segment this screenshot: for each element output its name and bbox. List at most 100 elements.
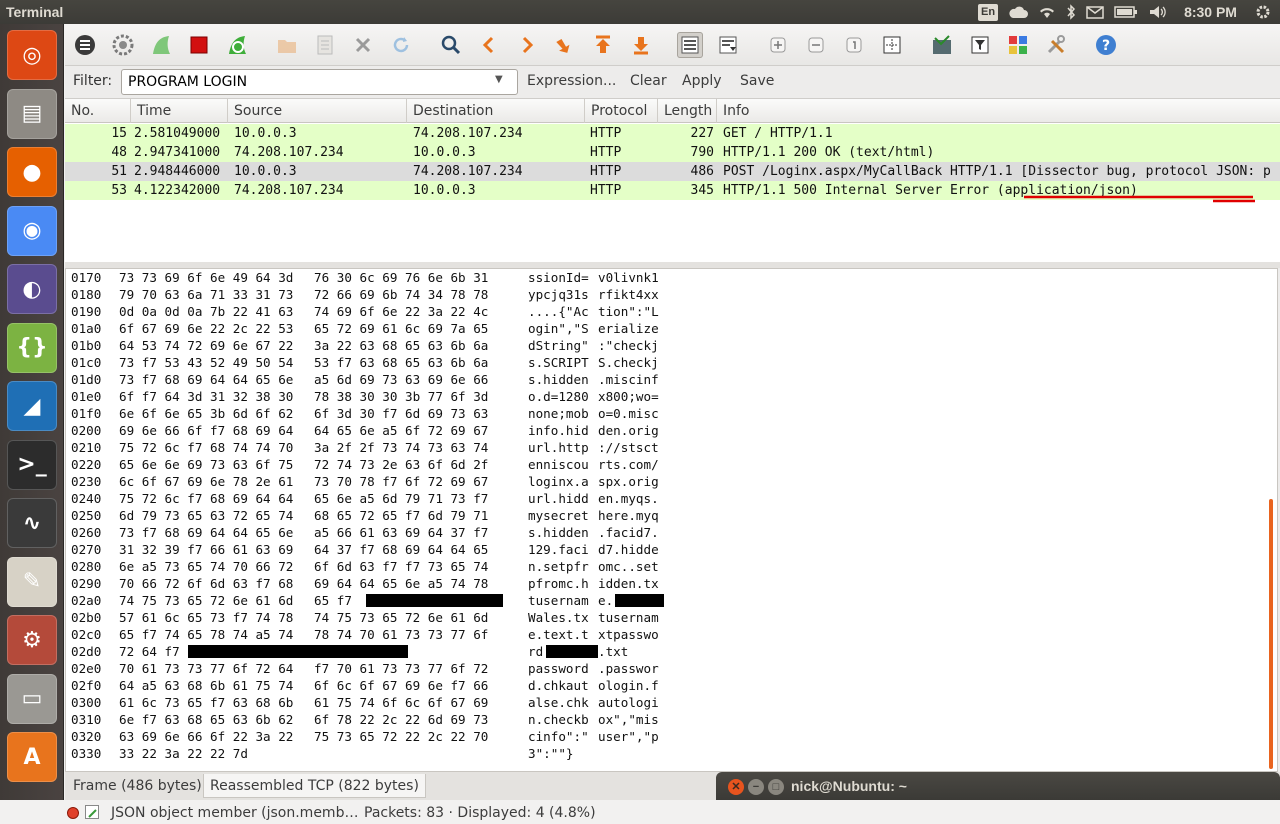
hex-h2: 61 75 74 6f 6c 6f 67 69 <box>314 695 489 710</box>
capture-options-icon[interactable] <box>110 32 136 58</box>
tab-frame[interactable]: Frame (486 bytes) <box>67 774 208 798</box>
hex-a2: rfikt4xx <box>598 287 659 302</box>
save-file-icon[interactable] <box>312 32 338 58</box>
packet-bytes-pane[interactable]: 0170 73 73 69 6f 6e 49 64 3d 76 30 6c 69 7… <box>65 268 1278 772</box>
eclipse-icon[interactable]: ◐ <box>7 264 57 314</box>
firefox-icon[interactable]: ● <box>7 147 57 197</box>
maximize-window-icon[interactable]: □ <box>768 779 784 795</box>
hex-h1: 6f 67 69 6e 22 2c 22 53 <box>119 321 294 336</box>
hex-a2: autologi <box>598 695 659 710</box>
save-filter-button[interactable]: Save <box>740 73 774 89</box>
display-filters-icon[interactable] <box>967 32 993 58</box>
capture-filters-icon[interactable] <box>929 32 955 58</box>
power-gear-icon[interactable] <box>1255 2 1271 22</box>
last-packet-icon[interactable] <box>628 32 654 58</box>
files-icon[interactable]: ▤ <box>7 88 57 139</box>
terminal-window-titlebar[interactable]: ✕ − □ nick@Nubuntu: ~ <box>716 772 1280 800</box>
auto-scroll-icon[interactable] <box>715 32 741 58</box>
tab-reassembled-tcp[interactable]: Reassembled TCP (822 bytes) <box>203 774 426 798</box>
main-toolbar: ? <box>65 24 1280 66</box>
hex-a1: s.hidden <box>528 525 589 540</box>
hex-a1: enniscou <box>528 457 589 472</box>
edit-comment-icon[interactable] <box>85 805 99 819</box>
column-header-source[interactable]: Source <box>228 99 407 123</box>
hex-off: 0200 <box>71 423 102 438</box>
go-back-icon[interactable] <box>476 32 502 58</box>
launcher: ◎ ▤ ● ◉ ◐ {} ◢ >_ ∿ ✎ ⚙ ▭ A <box>0 24 64 800</box>
hex-h2: 74 69 6f 6e 22 3a 22 4c <box>314 304 489 319</box>
column-header-info[interactable]: Info <box>717 99 1280 123</box>
expert-info-icon[interactable] <box>67 807 79 819</box>
hex-h1: 61 6c 73 65 f7 63 68 6b <box>119 695 294 710</box>
wifi-icon[interactable] <box>1038 2 1056 22</box>
hex-off: 02f0 <box>71 678 102 693</box>
resize-columns-icon[interactable] <box>879 32 905 58</box>
hex-a2: tion":"L <box>598 304 659 319</box>
close-file-icon[interactable] <box>350 32 376 58</box>
minimize-window-icon[interactable]: − <box>748 779 764 795</box>
go-to-packet-icon[interactable] <box>552 32 578 58</box>
wireshark-icon[interactable]: ◢ <box>7 381 57 431</box>
close-window-icon[interactable]: ✕ <box>728 779 744 795</box>
open-file-icon[interactable] <box>274 32 300 58</box>
hex-h1: 65 f7 74 65 78 74 a5 74 <box>119 627 294 642</box>
expression-button[interactable]: Expression... <box>527 73 616 89</box>
battery-icon[interactable] <box>1114 2 1138 22</box>
restart-capture-icon[interactable] <box>224 32 250 58</box>
interfaces-list-icon[interactable] <box>72 32 98 58</box>
clock[interactable]: 8:30 PM <box>1184 2 1237 22</box>
mail-icon[interactable] <box>1086 2 1104 22</box>
hex-h2: 3a 2f 2f 73 74 73 63 74 <box>314 440 489 455</box>
coloring-rules-icon[interactable] <box>1005 32 1031 58</box>
keyboard-indicator[interactable]: En <box>978 3 999 21</box>
chrome-icon[interactable]: ◉ <box>7 205 57 256</box>
hex-a1: ogin","S <box>528 321 589 336</box>
json-editor-icon[interactable]: {} <box>7 322 57 373</box>
find-packet-icon[interactable] <box>438 32 464 58</box>
packet-row[interactable]: 48 2.947341000 74.208.107.234 10.0.0.3 HTTP 7… <box>65 143 1280 162</box>
hex-a2: omc..set <box>598 559 659 574</box>
window-title: Terminal <box>6 4 64 20</box>
hex-h1: 6d 79 73 65 63 72 65 74 <box>119 508 294 523</box>
go-forward-icon[interactable] <box>514 32 540 58</box>
software-center-icon[interactable]: A <box>7 732 57 782</box>
column-header-no[interactable]: No. <box>65 99 131 123</box>
column-header-destination[interactable]: Destination <box>407 99 585 123</box>
packet-row[interactable]: 51 2.948446000 10.0.0.3 74.208.107.234 HTTP 4… <box>65 162 1280 181</box>
normal-size-icon[interactable] <box>841 32 867 58</box>
clear-button[interactable]: Clear <box>630 73 667 89</box>
packet-row[interactable]: 15 2.581049000 10.0.0.3 74.208.107.234 HTTP 2… <box>65 124 1280 143</box>
packet-dst: 10.0.0.3 <box>413 145 476 160</box>
system-monitor-icon[interactable]: ∿ <box>7 498 57 548</box>
packet-time: 2.948446000 <box>134 164 221 179</box>
volume-icon[interactable] <box>1148 2 1168 22</box>
hex-a2: .txt <box>598 644 629 659</box>
cloud-icon[interactable] <box>1008 2 1029 22</box>
first-packet-icon[interactable] <box>590 32 616 58</box>
stop-capture-icon[interactable] <box>186 32 212 58</box>
ubuntu-dash-icon[interactable]: ◎ <box>7 30 57 80</box>
help-icon[interactable]: ? <box>1093 32 1119 58</box>
colorize-icon[interactable] <box>677 32 703 58</box>
hex-h1: 6f f7 64 3d 31 32 38 30 <box>119 389 294 404</box>
column-header-length[interactable]: Length <box>658 99 717 123</box>
hex-a2: .passwor <box>598 661 659 676</box>
redaction-bar <box>546 645 598 658</box>
zoom-out-icon[interactable] <box>803 32 829 58</box>
bytes-scrollbar[interactable] <box>1269 499 1273 769</box>
text-editor-icon[interactable]: ✎ <box>7 556 57 607</box>
terminal-icon[interactable]: >_ <box>7 439 57 490</box>
reload-icon[interactable] <box>388 32 414 58</box>
filter-dropdown-icon[interactable]: ▼ <box>495 74 503 85</box>
apply-button[interactable]: Apply <box>682 73 722 89</box>
disk-icon[interactable]: ▭ <box>7 673 57 724</box>
column-header-time[interactable]: Time <box>131 99 228 123</box>
start-capture-icon[interactable] <box>148 32 174 58</box>
bluetooth-icon[interactable] <box>1066 2 1076 22</box>
column-header-protocol[interactable]: Protocol <box>585 99 658 123</box>
filter-input[interactable]: PROGRAM LOGIN <box>121 69 518 95</box>
system-settings-icon[interactable]: ⚙ <box>7 615 57 665</box>
status-field-info: JSON object member (json.memb… <box>111 805 359 821</box>
preferences-icon[interactable] <box>1043 32 1069 58</box>
zoom-in-icon[interactable] <box>765 32 791 58</box>
